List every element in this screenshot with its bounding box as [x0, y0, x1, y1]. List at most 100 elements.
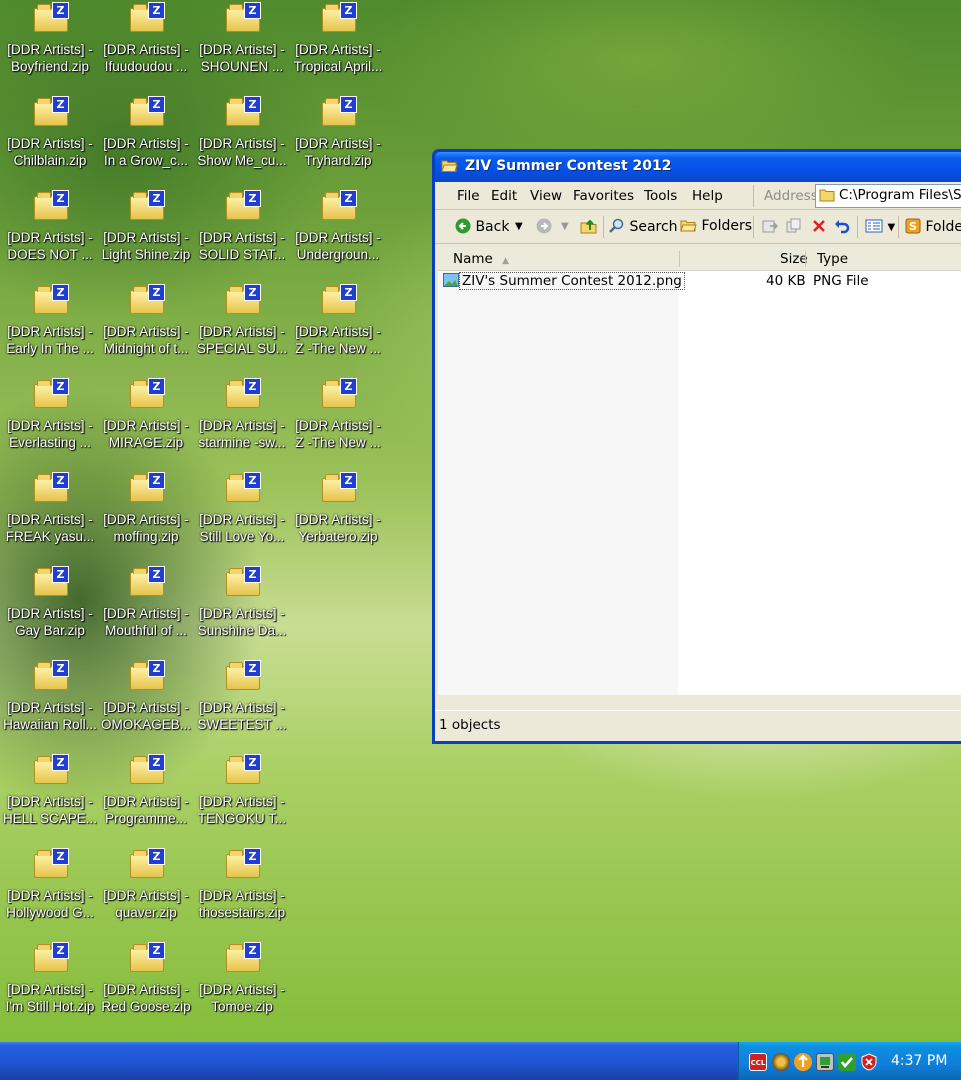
desktop-icon[interactable]: Z [DDR Artists] - Z -The New ... [290, 282, 386, 372]
title-bar[interactable]: ZIV Summer Contest 2012 [435, 152, 961, 182]
desktop-icon-label-line1: [DDR Artists] - [7, 794, 93, 809]
desktop-icon-label-line1: [DDR Artists] - [103, 136, 189, 151]
delete-button[interactable] [811, 218, 827, 235]
ccl-icon[interactable]: CCL [749, 1053, 767, 1071]
desktop-icon[interactable]: Z [DDR Artists] - Z -The New ... [290, 376, 386, 466]
system-tray: CCL 4:37 PM [738, 1042, 961, 1080]
zip-folder-icon: Z [226, 848, 261, 878]
desktop-icon[interactable]: Z [DDR Artists] - Tomoe.zip [194, 940, 290, 1030]
type-column-header[interactable]: Type [817, 251, 848, 267]
menu-help[interactable]: Help [692, 188, 723, 204]
desktop-icon[interactable]: Z [DDR Artists] - Boyfriend.zip [2, 0, 98, 90]
desktop-icon-label-line1: [DDR Artists] - [199, 888, 285, 903]
file-type: PNG File [813, 273, 869, 289]
undo-button[interactable] [834, 218, 850, 235]
desktop-icon[interactable]: Z [DDR Artists] - Midnight of t... [98, 282, 194, 372]
desktop-icon-label-line2: Ifuudoudou ... [104, 59, 188, 74]
desktop-icon-label-line1: [DDR Artists] - [7, 42, 93, 57]
copy-to-button[interactable] [786, 218, 802, 235]
desktop-icon[interactable]: Z [DDR Artists] - SOLID STAT... [194, 188, 290, 278]
column-divider[interactable] [805, 251, 806, 267]
menu-view[interactable]: View [530, 188, 562, 204]
desktop-icon[interactable]: Z [DDR Artists] - SHOUNEN ... [194, 0, 290, 90]
up-folder-button[interactable] [580, 218, 597, 235]
menu-favorites[interactable]: Favorites [573, 188, 634, 204]
file-name[interactable]: ZIV's Summer Contest 2012.png [459, 272, 685, 290]
desktop-icon-label-line1: [DDR Artists] - [199, 606, 285, 621]
desktop-icon[interactable]: Z [DDR Artists] - TENGOKU T... [194, 752, 290, 842]
open-folder-icon [441, 160, 458, 172]
forward-dropdown-icon[interactable]: ▼ [561, 221, 569, 232]
clock[interactable]: 4:37 PM [891, 1053, 947, 1069]
undo-icon [835, 220, 850, 234]
desktop-icon[interactable]: Z [DDR Artists] - Ifuudoudou ... [98, 0, 194, 90]
desktop-icon-label-line1: [DDR Artists] - [103, 230, 189, 245]
copy-to-icon [786, 218, 801, 233]
forward-button[interactable] [536, 218, 552, 235]
views-button[interactable]: ▼ [865, 218, 895, 234]
toolbar-divider [603, 216, 604, 238]
security-check-icon[interactable] [838, 1053, 856, 1071]
desktop-icon-label-line2: Undergroun... [296, 247, 380, 262]
menu-file[interactable]: File [457, 188, 480, 204]
desktop-icon-label-line2: I'm Still Hot.zip [5, 999, 95, 1014]
desktop-icon[interactable]: Z [DDR Artists] - Still Love Yo... [194, 470, 290, 560]
menu-tools[interactable]: Tools [644, 188, 677, 204]
size-column-header[interactable]: Size [780, 251, 808, 267]
back-button[interactable]: Back [455, 218, 509, 235]
desktop-icon[interactable]: Z [DDR Artists] - FREAK yasu... [2, 470, 98, 560]
desktop-icon[interactable]: Z [DDR Artists] - Yerbatero.zip [290, 470, 386, 560]
desktop-icon[interactable]: Z [DDR Artists] - thosestairs.zip [194, 846, 290, 936]
folders-button[interactable]: Folders [680, 218, 752, 234]
file-list[interactable]: Name ▲ Size Type ZIV's Summer Contest 20… [438, 248, 961, 695]
desktop-icon[interactable]: Z [DDR Artists] - Programme... [98, 752, 194, 842]
address-field[interactable]: C:\Program Files\Ste [815, 184, 961, 208]
desktop-icon[interactable]: Z [DDR Artists] - Tryhard.zip [290, 94, 386, 184]
zip-folder-icon: Z [34, 284, 69, 314]
name-column-header[interactable]: Name ▲ [453, 251, 509, 267]
desktop-icon[interactable]: Z [DDR Artists] - SPECIAL SU... [194, 282, 290, 372]
zip-folder-icon: Z [130, 848, 165, 878]
update-icon[interactable] [794, 1053, 812, 1071]
back-dropdown-icon[interactable]: ▼ [515, 221, 523, 232]
search-button[interactable]: Search [609, 218, 678, 235]
desktop-icon[interactable]: Z [DDR Artists] - Light Shine.zip [98, 188, 194, 278]
desktop-icon[interactable]: Z [DDR Artists] - quaver.zip [98, 846, 194, 936]
folder-sync-button[interactable]: S Folder [905, 218, 961, 235]
explorer-window[interactable]: ZIV Summer Contest 2012 File Edit View F… [432, 149, 961, 744]
desktop-icon[interactable]: Z [DDR Artists] - Red Goose.zip [98, 940, 194, 1030]
desktop-icon[interactable]: Z [DDR Artists] - Tropical April... [290, 0, 386, 90]
move-to-button[interactable] [762, 218, 778, 235]
desktop-icon[interactable]: Z [DDR Artists] - Everlasting ... [2, 376, 98, 466]
desktop-icon-label-line1: [DDR Artists] - [103, 324, 189, 339]
desktop-icon[interactable]: Z [DDR Artists] - Gay Bar.zip [2, 564, 98, 654]
desktop-icon[interactable]: Z [DDR Artists] - Sunshine Da... [194, 564, 290, 654]
desktop-icon[interactable]: Z [DDR Artists] - Hollywood G... [2, 846, 98, 936]
safely-remove-icon[interactable] [816, 1053, 834, 1071]
desktop-icon[interactable]: Z [DDR Artists] - HELL SCAPE... [2, 752, 98, 842]
desktop-icon[interactable]: Z [DDR Artists] - Chilblain.zip [2, 94, 98, 184]
shield-icon[interactable] [860, 1053, 878, 1071]
desktop-icon[interactable]: Z [DDR Artists] - Show Me_cu... [194, 94, 290, 184]
desktop-icon[interactable]: Z [DDR Artists] - In a Grow_c... [98, 94, 194, 184]
desktop-icon[interactable]: Z [DDR Artists] - starmine -sw... [194, 376, 290, 466]
file-row[interactable]: ZIV's Summer Contest 2012.png 40 KB PNG … [438, 272, 961, 290]
desktop-icon[interactable]: Z [DDR Artists] - OMOKAGEB... [98, 658, 194, 748]
desktop-icon[interactable]: Z [DDR Artists] - Hawaiian Roll... [2, 658, 98, 748]
desktop-icon[interactable]: Z [DDR Artists] - DOES NOT ... [2, 188, 98, 278]
desktop-icon-label-line1: [DDR Artists] - [199, 418, 285, 433]
desktop-icon-label-line1: [DDR Artists] - [199, 512, 285, 527]
desktop-icon[interactable]: Z [DDR Artists] - Early In The ... [2, 282, 98, 372]
desktop-icon-label-line2: Midnight of t... [103, 341, 189, 356]
views-icon [865, 219, 883, 233]
network-icon[interactable] [772, 1053, 790, 1071]
column-divider[interactable] [679, 251, 680, 267]
desktop-icon[interactable]: Z [DDR Artists] - SWEETEST ... [194, 658, 290, 748]
desktop-icon[interactable]: Z [DDR Artists] - Mouthful of ... [98, 564, 194, 654]
desktop-icon[interactable]: Z [DDR Artists] - moffing.zip [98, 470, 194, 560]
desktop-icon[interactable]: Z [DDR Artists] - Undergroun... [290, 188, 386, 278]
desktop-icon[interactable]: Z [DDR Artists] - I'm Still Hot.zip [2, 940, 98, 1030]
desktop-icon-label-line1: [DDR Artists] - [295, 324, 381, 339]
desktop-icon[interactable]: Z [DDR Artists] - MIRAGE.zip [98, 376, 194, 466]
menu-edit[interactable]: Edit [491, 188, 517, 204]
